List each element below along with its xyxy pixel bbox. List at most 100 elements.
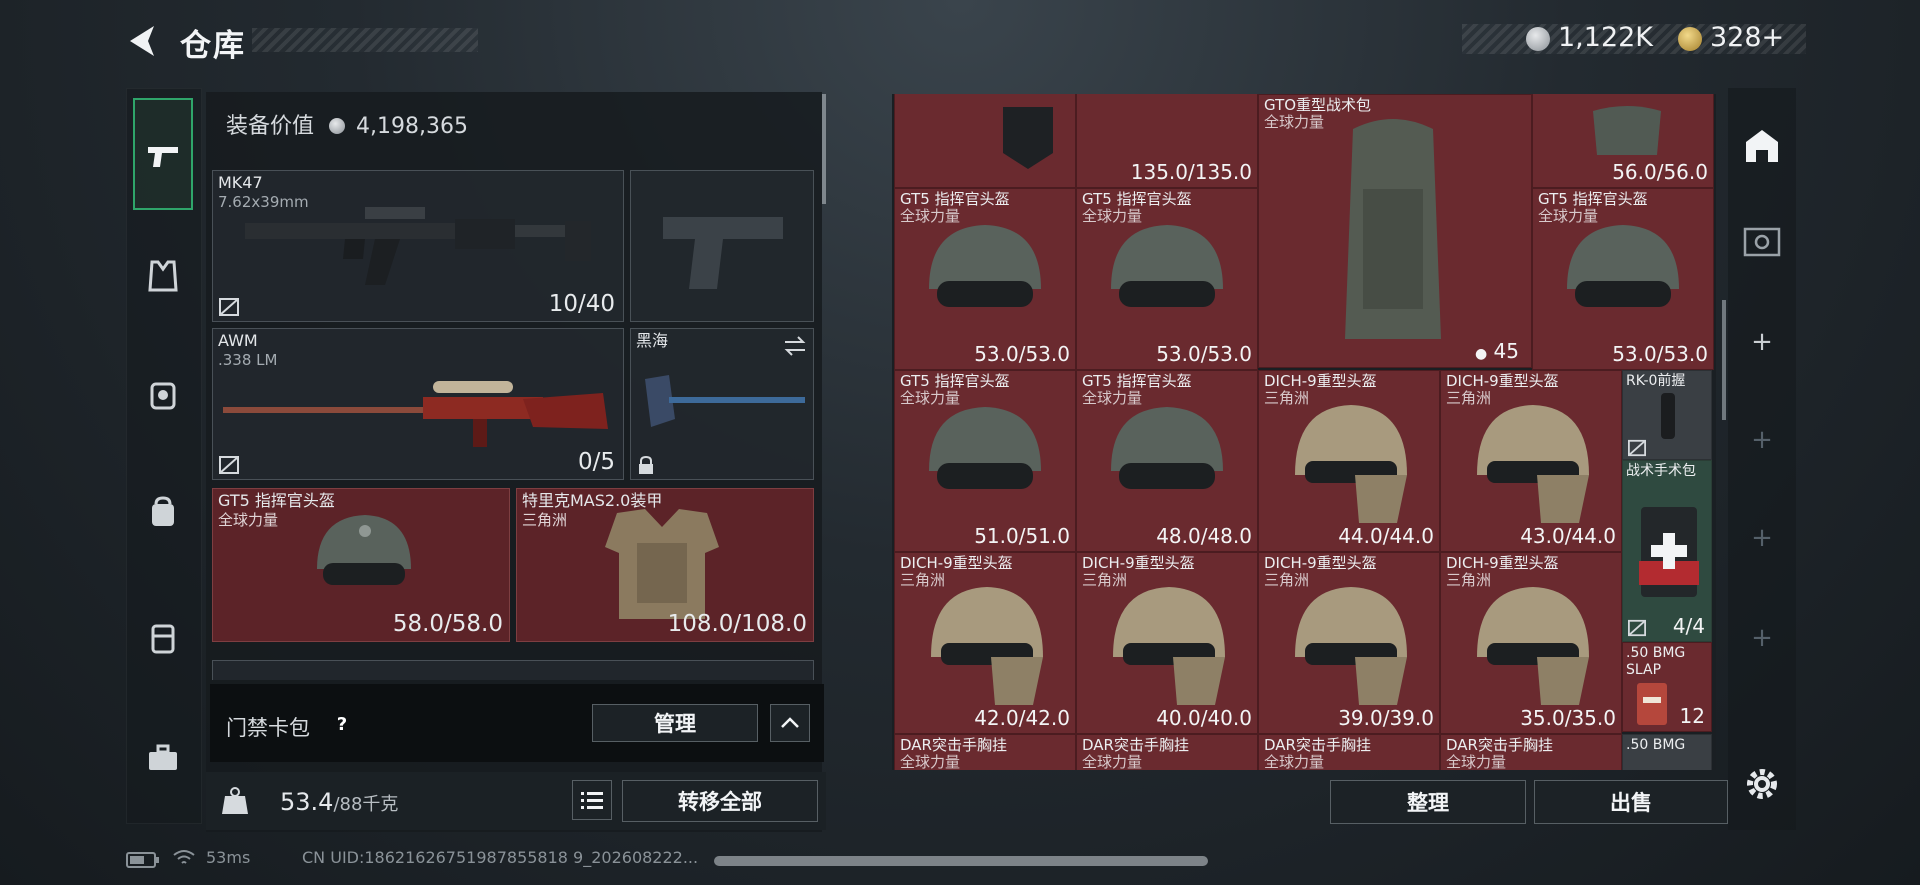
- storage-item-small[interactable]: .50 BMG: [1622, 734, 1712, 770]
- storage-item-small[interactable]: 战术手术包 4/4: [1622, 460, 1712, 642]
- primary-weapon-slot[interactable]: MK47 7.62x39mm 10/40: [212, 170, 624, 322]
- item-name: GT5 指挥官头盔: [1082, 190, 1192, 208]
- helmet-image: [317, 515, 411, 585]
- storage-item[interactable]: 56.0/56.0: [1532, 94, 1714, 188]
- item-badge-count: 45: [1493, 339, 1519, 363]
- storage-item[interactable]: DICH-9重型头盔 三角洲 39.0/39.0: [1258, 552, 1440, 734]
- battery-icon: [126, 852, 159, 868]
- storage-scrollbar[interactable]: [1722, 300, 1726, 420]
- storage-item-small[interactable]: .50 BMG SLAP 12: [1622, 642, 1712, 732]
- chest-rig-icon[interactable]: [133, 608, 193, 668]
- pistol-slot[interactable]: [630, 170, 814, 322]
- axe-image: [645, 375, 805, 427]
- storage-item[interactable]: GT5 指挥官头盔 全球力量 48.0/48.0: [1076, 370, 1258, 552]
- weight-readout: 53.4/88千克: [280, 788, 398, 816]
- currency-silver-amount: 1,122K: [1558, 22, 1654, 53]
- storage-item-small[interactable]: RK-0前握: [1622, 370, 1712, 460]
- storage-item-backpack[interactable]: GTO重型战术包 全球力量 ● 45: [1258, 94, 1532, 368]
- manage-button[interactable]: 管理: [592, 704, 758, 742]
- helmet-image: [1477, 405, 1589, 523]
- storage-item[interactable]: DICH-9重型头盔 三角洲 40.0/40.0: [1076, 552, 1258, 734]
- storage-item[interactable]: DICH-9重型头盔 三角洲 43.0/44.0: [1440, 370, 1622, 552]
- add-tab-icon[interactable]: +: [1736, 414, 1788, 466]
- gold-coin-icon: [1678, 27, 1702, 51]
- safe-box-icon[interactable]: [1736, 216, 1788, 268]
- pistol-icon[interactable]: [133, 126, 193, 186]
- sort-button[interactable]: 整理: [1330, 780, 1526, 824]
- storage-item[interactable]: GT5 指挥官头盔 全球力量 53.0/53.0: [1532, 188, 1714, 370]
- sell-button[interactable]: 出售: [1534, 780, 1728, 824]
- storage-item[interactable]: DAR突击手胸挂 全球力量: [1076, 734, 1258, 770]
- storage-item[interactable]: DAR突击手胸挂 全球力量: [1258, 734, 1440, 770]
- item-name: GT5 指挥官头盔: [1082, 372, 1192, 390]
- uid-readout: CN UID:18621626751987855818 9_202608222.…: [302, 848, 699, 867]
- storage-item[interactable]: 135.0/135.0: [1076, 94, 1258, 188]
- list-view-icon[interactable]: [572, 780, 612, 820]
- equip-value: 装备价值 4,198,365: [226, 108, 468, 140]
- pistol-placeholder-icon: [663, 217, 783, 289]
- backpack-icon[interactable]: [133, 482, 193, 542]
- helmet-image: [1111, 407, 1223, 489]
- swap-icon[interactable]: [783, 335, 807, 357]
- item-durability: 53.0/53.0: [1156, 342, 1252, 366]
- armor-durability: 108.0/108.0: [667, 611, 807, 637]
- melee-slot[interactable]: 黑海: [630, 328, 814, 480]
- item-sub: 全球力量: [900, 753, 961, 771]
- helmet-image: [1111, 225, 1223, 307]
- add-tab-icon[interactable]: +: [1736, 612, 1788, 664]
- storage-item[interactable]: DICH-9重型头盔 三角洲 42.0/42.0: [894, 552, 1076, 734]
- warehouse-icon[interactable]: [1736, 120, 1788, 172]
- loadout-scrollbar[interactable]: [822, 94, 826, 204]
- secondary-weapon-caliber: .338 LM: [218, 351, 278, 369]
- secondary-weapon-slot[interactable]: AWM .338 LM 0/5: [212, 328, 624, 480]
- collapse-chevron-icon[interactable]: [770, 704, 810, 742]
- item-durability: 53.0/53.0: [974, 342, 1070, 366]
- storage-item[interactable]: GT5 指挥官头盔 全球力量 53.0/53.0: [894, 188, 1076, 370]
- no-insure-icon: [219, 298, 239, 316]
- gear-icon[interactable]: [1736, 758, 1788, 810]
- item-name: DAR突击手胸挂: [1264, 736, 1371, 754]
- item-durability: 43.0/44.0: [1520, 524, 1616, 548]
- storage-item[interactable]: GT5 指挥官头盔 全球力量 51.0/51.0: [894, 370, 1076, 552]
- equip-value-amount: 4,198,365: [356, 114, 468, 139]
- helmet-image: [1113, 587, 1225, 705]
- item-durability: 135.0/135.0: [1130, 160, 1252, 184]
- storage-item[interactable]: DAR突击手胸挂 全球力量: [1440, 734, 1622, 770]
- item-name: GT5 指挥官头盔: [900, 372, 1010, 390]
- sniper-rifle-image: [223, 381, 608, 447]
- home-indicator[interactable]: [714, 856, 1208, 866]
- item-count: 12: [1679, 704, 1705, 728]
- title-decoration: [252, 28, 478, 52]
- help-icon[interactable]: ?: [330, 712, 354, 736]
- storage-item[interactable]: DICH-9重型头盔 三角洲 35.0/35.0: [1440, 552, 1622, 734]
- access-card-label: 门禁卡包: [226, 716, 310, 740]
- lock-icon: [639, 455, 653, 474]
- back-arrow-icon[interactable]: [124, 22, 162, 60]
- weight-icon: [212, 778, 258, 824]
- helmet-image: [929, 407, 1041, 489]
- item-durability: 56.0/56.0: [1612, 160, 1708, 184]
- armor-vest-icon[interactable]: [133, 246, 193, 306]
- item-count: 4/4: [1672, 614, 1705, 638]
- briefcase-icon[interactable]: [133, 728, 193, 788]
- armor-slot[interactable]: 特里克MAS2.0装甲 三角洲 108.0/108.0: [516, 488, 814, 642]
- add-tab-icon[interactable]: +: [1736, 512, 1788, 564]
- item-name: DAR突击手胸挂: [1082, 736, 1189, 754]
- item-name: DICH-9重型头盔: [1446, 372, 1559, 390]
- item-name: DICH-9重型头盔: [900, 554, 1013, 572]
- item-sub: 全球力量: [1264, 113, 1325, 131]
- helmet-backpack-icon[interactable]: [133, 364, 193, 424]
- silver-coin-icon: [1526, 27, 1550, 51]
- weight-max: /88千克: [333, 794, 399, 815]
- storage-item[interactable]: DICH-9重型头盔 三角洲 44.0/44.0: [1258, 370, 1440, 552]
- helmet-image: [929, 225, 1041, 307]
- currency-gold-amount[interactable]: 328+: [1710, 22, 1784, 53]
- storage-item[interactable]: GT5 指挥官头盔 全球力量 53.0/53.0: [1076, 188, 1258, 370]
- helmet-image: [1567, 225, 1679, 307]
- page-title: 仓库: [180, 28, 246, 64]
- helmet-slot[interactable]: GT5 指挥官头盔 全球力量 58.0/58.0: [212, 488, 510, 642]
- transfer-all-button[interactable]: 转移全部: [622, 780, 818, 822]
- storage-item[interactable]: DAR突击手胸挂 全球力量: [894, 734, 1076, 770]
- add-tab-icon[interactable]: +: [1736, 316, 1788, 368]
- storage-item[interactable]: [894, 94, 1076, 188]
